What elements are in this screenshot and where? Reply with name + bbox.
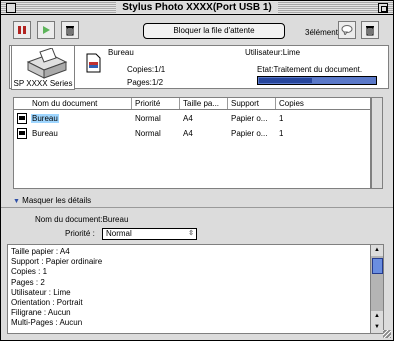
job-copies: Copies:1/1 xyxy=(127,65,166,74)
scroll-up-arrow-icon[interactable]: ▲ xyxy=(371,311,383,322)
play-icon xyxy=(43,26,50,34)
job-table: Nom du document Priorité Taille pa... Su… xyxy=(13,97,371,189)
details-text-area[interactable]: Taille papier : A4 Support : Papier ordin… xyxy=(7,244,384,334)
job-pages: Pages:1/2 xyxy=(127,78,164,87)
document-icon xyxy=(86,53,101,73)
scroll-up-arrow-icon[interactable]: ▲ xyxy=(371,245,383,256)
table-scrollbar[interactable] xyxy=(371,97,383,189)
scroll-down-arrow-icon[interactable]: ▼ xyxy=(371,322,383,333)
table-cell: Normal xyxy=(135,114,161,123)
priority-label: Priorité : xyxy=(65,229,95,238)
delete-job-button[interactable] xyxy=(61,21,79,39)
zoom-box[interactable] xyxy=(378,3,388,13)
window-title: Stylus Photo XXXX(Port USB 1) xyxy=(116,2,278,13)
detail-line: Multi-Pages : Aucun xyxy=(11,318,83,328)
printer-icon xyxy=(26,48,68,79)
detail-line: Pages : 2 xyxy=(11,277,45,287)
details-lines: Taille papier : A4 Support : Papier ordin… xyxy=(11,247,373,329)
document-icon xyxy=(17,113,27,124)
table-cell: Bureau xyxy=(31,114,59,123)
column-header[interactable]: Nom du document xyxy=(14,98,132,109)
detail-line: Orientation : Portrait xyxy=(11,298,83,308)
disclosure-triangle-icon: ▼ xyxy=(13,198,20,205)
details-toggle-label: Masquer les détails xyxy=(22,196,92,205)
detail-line: Support : Papier ordinaire xyxy=(11,257,103,267)
detail-line: Copies : 1 xyxy=(11,267,48,277)
table-cell: Normal xyxy=(135,129,161,138)
progress-fill xyxy=(259,78,313,83)
details-scrollbar[interactable]: ▲ ▲ ▼ xyxy=(370,245,383,333)
details-toggle[interactable]: ▼ Masquer les détails xyxy=(13,196,91,205)
trash-icon xyxy=(366,26,374,36)
job-name: Bureau xyxy=(108,48,134,57)
printer-panel: SP XXXX Series xyxy=(11,45,75,90)
up-down-arrows-icon: ⇳ xyxy=(188,230,194,237)
table-cell: A4 xyxy=(183,129,193,138)
table-cell: Papier o... xyxy=(231,114,268,123)
job-status: Etat:Traitement du document. xyxy=(257,65,363,74)
resume-button[interactable] xyxy=(37,21,55,39)
column-header[interactable]: Copies xyxy=(276,98,370,109)
resize-grip[interactable] xyxy=(383,330,391,338)
table-row[interactable]: Bureau Normal A4 Papier o... 1 xyxy=(14,112,370,126)
scroll-thumb[interactable] xyxy=(372,258,383,274)
table-cell: Bureau xyxy=(32,129,58,138)
priority-select[interactable]: Normal ⇳ xyxy=(102,228,197,240)
progress-bar xyxy=(257,76,377,85)
priority-value: Normal xyxy=(106,229,132,238)
print-queue-window: Stylus Photo XXXX(Port USB 1) Bloquer la… xyxy=(0,0,394,341)
title-bar[interactable]: Stylus Photo XXXX(Port USB 1) xyxy=(1,1,393,15)
item-count: 3éléments xyxy=(305,28,342,37)
detail-line: Filigrane : Aucun xyxy=(11,308,71,318)
pause-button[interactable] xyxy=(13,21,31,39)
table-row[interactable]: Bureau Normal A4 Papier o... 1 xyxy=(14,127,370,141)
hold-queue-button[interactable]: Bloquer la file d'attente xyxy=(143,23,285,39)
column-header[interactable]: Taille pa... xyxy=(180,98,228,109)
pause-icon xyxy=(18,26,26,34)
printer-model: SP XXXX Series xyxy=(13,79,73,88)
trash-button[interactable] xyxy=(361,21,379,39)
balloon-help-button[interactable] xyxy=(338,21,356,39)
detail-line: Taille papier : A4 xyxy=(11,247,70,256)
table-cell: 1 xyxy=(279,114,284,123)
balloon-help-icon xyxy=(341,25,353,35)
column-header[interactable]: Priorité xyxy=(132,98,180,109)
table-header: Nom du document Priorité Taille pa... Su… xyxy=(14,98,370,110)
column-header[interactable]: Support xyxy=(228,98,276,109)
divider xyxy=(1,207,393,208)
detail-doc-name: Nom du document:Bureau xyxy=(35,215,129,224)
table-cell: 1 xyxy=(279,129,284,138)
document-icon xyxy=(17,128,27,139)
table-cell: Papier o... xyxy=(231,129,268,138)
trash-icon xyxy=(66,26,74,36)
detail-line: Utilisateur : Lime xyxy=(11,287,71,297)
table-cell: A4 xyxy=(183,114,193,123)
job-user: Utilisateur:Lime xyxy=(245,48,301,57)
